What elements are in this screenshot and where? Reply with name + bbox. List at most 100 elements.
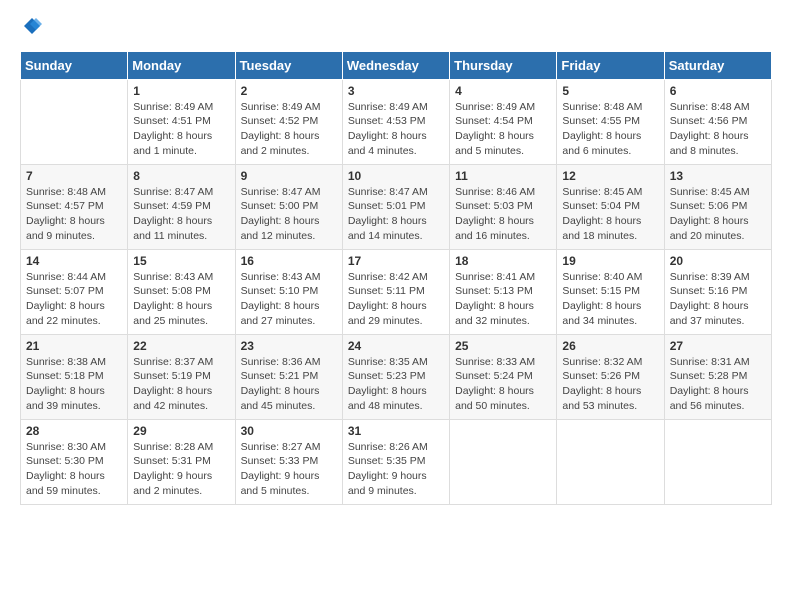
day-number: 27 <box>670 339 766 353</box>
day-number: 13 <box>670 169 766 183</box>
day-number: 21 <box>26 339 122 353</box>
col-header-tuesday: Tuesday <box>235 51 342 79</box>
day-number: 14 <box>26 254 122 268</box>
day-cell: 14 Sunrise: 8:44 AM Sunset: 5:07 PM Dayli… <box>21 249 128 334</box>
logo-icon <box>22 16 42 36</box>
day-info: Sunrise: 8:41 AM Sunset: 5:13 PM Dayligh… <box>455 270 551 329</box>
day-info: Sunrise: 8:43 AM Sunset: 5:10 PM Dayligh… <box>241 270 337 329</box>
day-number: 3 <box>348 84 444 98</box>
day-cell: 11Sunrise: 8:46 AM Sunset: 5:03 PM Dayli… <box>450 164 557 249</box>
day-number: 2 <box>241 84 337 98</box>
day-info: Sunrise: 8:36 AM Sunset: 5:21 PM Dayligh… <box>241 355 337 414</box>
day-number: 26 <box>562 339 658 353</box>
day-cell: 23 Sunrise: 8:36 AM Sunset: 5:21 PM Dayli… <box>235 334 342 419</box>
day-info: Sunrise: 8:30 AM Sunset: 5:30 PM Dayligh… <box>26 440 122 499</box>
col-header-monday: Monday <box>128 51 235 79</box>
day-info: Sunrise: 8:48 AM Sunset: 4:57 PM Dayligh… <box>26 185 122 244</box>
day-number: 17 <box>348 254 444 268</box>
day-info: Sunrise: 8:43 AM Sunset: 5:08 PM Dayligh… <box>133 270 229 329</box>
day-cell: 7 Sunrise: 8:48 AM Sunset: 4:57 PM Daylig… <box>21 164 128 249</box>
day-info: Sunrise: 8:40 AM Sunset: 5:15 PM Dayligh… <box>562 270 658 329</box>
day-cell: 17 Sunrise: 8:42 AM Sunset: 5:11 PM Dayli… <box>342 249 449 334</box>
day-cell: 8Sunrise: 8:47 AM Sunset: 4:59 PM Daylig… <box>128 164 235 249</box>
day-cell: 1Sunrise: 8:49 AM Sunset: 4:51 PM Daylig… <box>128 79 235 164</box>
day-cell: 5Sunrise: 8:48 AM Sunset: 4:55 PM Daylig… <box>557 79 664 164</box>
day-info: Sunrise: 8:48 AM Sunset: 4:56 PM Dayligh… <box>670 100 766 159</box>
day-info: Sunrise: 8:49 AM Sunset: 4:53 PM Dayligh… <box>348 100 444 159</box>
day-number: 9 <box>241 169 337 183</box>
day-info: Sunrise: 8:42 AM Sunset: 5:11 PM Dayligh… <box>348 270 444 329</box>
day-cell: 20 Sunrise: 8:39 AM Sunset: 5:16 PM Dayli… <box>664 249 771 334</box>
day-info: Sunrise: 8:49 AM Sunset: 4:52 PM Dayligh… <box>241 100 337 159</box>
day-cell: 29Sunrise: 8:28 AM Sunset: 5:31 PM Dayli… <box>128 419 235 504</box>
day-cell: 3 Sunrise: 8:49 AM Sunset: 4:53 PM Daylig… <box>342 79 449 164</box>
day-cell: 27 Sunrise: 8:31 AM Sunset: 5:28 PM Dayli… <box>664 334 771 419</box>
day-info: Sunrise: 8:47 AM Sunset: 5:01 PM Dayligh… <box>348 185 444 244</box>
day-cell: 15 Sunrise: 8:43 AM Sunset: 5:08 PM Dayli… <box>128 249 235 334</box>
day-cell: 26 Sunrise: 8:32 AM Sunset: 5:26 PM Dayli… <box>557 334 664 419</box>
day-info: Sunrise: 8:49 AM Sunset: 4:54 PM Dayligh… <box>455 100 551 159</box>
day-info: Sunrise: 8:38 AM Sunset: 5:18 PM Dayligh… <box>26 355 122 414</box>
day-cell: 9 Sunrise: 8:47 AM Sunset: 5:00 PM Daylig… <box>235 164 342 249</box>
day-cell <box>557 419 664 504</box>
day-cell: 25 Sunrise: 8:33 AM Sunset: 5:24 PM Dayli… <box>450 334 557 419</box>
col-header-friday: Friday <box>557 51 664 79</box>
day-number: 11 <box>455 169 551 183</box>
day-cell <box>21 79 128 164</box>
day-number: 6 <box>670 84 766 98</box>
col-header-saturday: Saturday <box>664 51 771 79</box>
day-cell: 4Sunrise: 8:49 AM Sunset: 4:54 PM Daylig… <box>450 79 557 164</box>
day-info: Sunrise: 8:31 AM Sunset: 5:28 PM Dayligh… <box>670 355 766 414</box>
week-row-3: 21 Sunrise: 8:38 AM Sunset: 5:18 PM Dayli… <box>21 334 772 419</box>
week-row-2: 14 Sunrise: 8:44 AM Sunset: 5:07 PM Dayli… <box>21 249 772 334</box>
day-info: Sunrise: 8:35 AM Sunset: 5:23 PM Dayligh… <box>348 355 444 414</box>
day-info: Sunrise: 8:49 AM Sunset: 4:51 PM Dayligh… <box>133 100 229 159</box>
day-info: Sunrise: 8:33 AM Sunset: 5:24 PM Dayligh… <box>455 355 551 414</box>
week-row-1: 7 Sunrise: 8:48 AM Sunset: 4:57 PM Daylig… <box>21 164 772 249</box>
day-info: Sunrise: 8:26 AM Sunset: 5:35 PM Dayligh… <box>348 440 444 499</box>
day-number: 25 <box>455 339 551 353</box>
day-number: 16 <box>241 254 337 268</box>
page: SundayMondayTuesdayWednesdayThursdayFrid… <box>0 0 792 612</box>
day-info: Sunrise: 8:37 AM Sunset: 5:19 PM Dayligh… <box>133 355 229 414</box>
day-number: 8 <box>133 169 229 183</box>
day-number: 15 <box>133 254 229 268</box>
col-header-sunday: Sunday <box>21 51 128 79</box>
day-info: Sunrise: 8:48 AM Sunset: 4:55 PM Dayligh… <box>562 100 658 159</box>
day-info: Sunrise: 8:47 AM Sunset: 5:00 PM Dayligh… <box>241 185 337 244</box>
day-cell: 10 Sunrise: 8:47 AM Sunset: 5:01 PM Dayli… <box>342 164 449 249</box>
day-number: 12 <box>562 169 658 183</box>
day-number: 23 <box>241 339 337 353</box>
day-cell: 24 Sunrise: 8:35 AM Sunset: 5:23 PM Dayli… <box>342 334 449 419</box>
logo <box>20 16 42 41</box>
day-cell: 6 Sunrise: 8:48 AM Sunset: 4:56 PM Daylig… <box>664 79 771 164</box>
day-number: 10 <box>348 169 444 183</box>
day-cell: 19 Sunrise: 8:40 AM Sunset: 5:15 PM Dayli… <box>557 249 664 334</box>
day-info: Sunrise: 8:45 AM Sunset: 5:04 PM Dayligh… <box>562 185 658 244</box>
day-cell: 30 Sunrise: 8:27 AM Sunset: 5:33 PM Dayli… <box>235 419 342 504</box>
day-cell <box>664 419 771 504</box>
day-info: Sunrise: 8:45 AM Sunset: 5:06 PM Dayligh… <box>670 185 766 244</box>
day-cell: 12 Sunrise: 8:45 AM Sunset: 5:04 PM Dayli… <box>557 164 664 249</box>
day-number: 7 <box>26 169 122 183</box>
day-cell: 18Sunrise: 8:41 AM Sunset: 5:13 PM Dayli… <box>450 249 557 334</box>
day-cell: 21 Sunrise: 8:38 AM Sunset: 5:18 PM Dayli… <box>21 334 128 419</box>
day-number: 20 <box>670 254 766 268</box>
day-number: 30 <box>241 424 337 438</box>
day-info: Sunrise: 8:44 AM Sunset: 5:07 PM Dayligh… <box>26 270 122 329</box>
day-cell: 13 Sunrise: 8:45 AM Sunset: 5:06 PM Dayli… <box>664 164 771 249</box>
day-info: Sunrise: 8:32 AM Sunset: 5:26 PM Dayligh… <box>562 355 658 414</box>
day-number: 31 <box>348 424 444 438</box>
day-cell <box>450 419 557 504</box>
day-info: Sunrise: 8:28 AM Sunset: 5:31 PM Dayligh… <box>133 440 229 499</box>
col-header-wednesday: Wednesday <box>342 51 449 79</box>
day-number: 24 <box>348 339 444 353</box>
header <box>20 16 772 41</box>
week-row-0: 1Sunrise: 8:49 AM Sunset: 4:51 PM Daylig… <box>21 79 772 164</box>
day-number: 19 <box>562 254 658 268</box>
day-cell: 28Sunrise: 8:30 AM Sunset: 5:30 PM Dayli… <box>21 419 128 504</box>
day-info: Sunrise: 8:27 AM Sunset: 5:33 PM Dayligh… <box>241 440 337 499</box>
day-info: Sunrise: 8:39 AM Sunset: 5:16 PM Dayligh… <box>670 270 766 329</box>
calendar-table: SundayMondayTuesdayWednesdayThursdayFrid… <box>20 51 772 505</box>
week-row-4: 28Sunrise: 8:30 AM Sunset: 5:30 PM Dayli… <box>21 419 772 504</box>
